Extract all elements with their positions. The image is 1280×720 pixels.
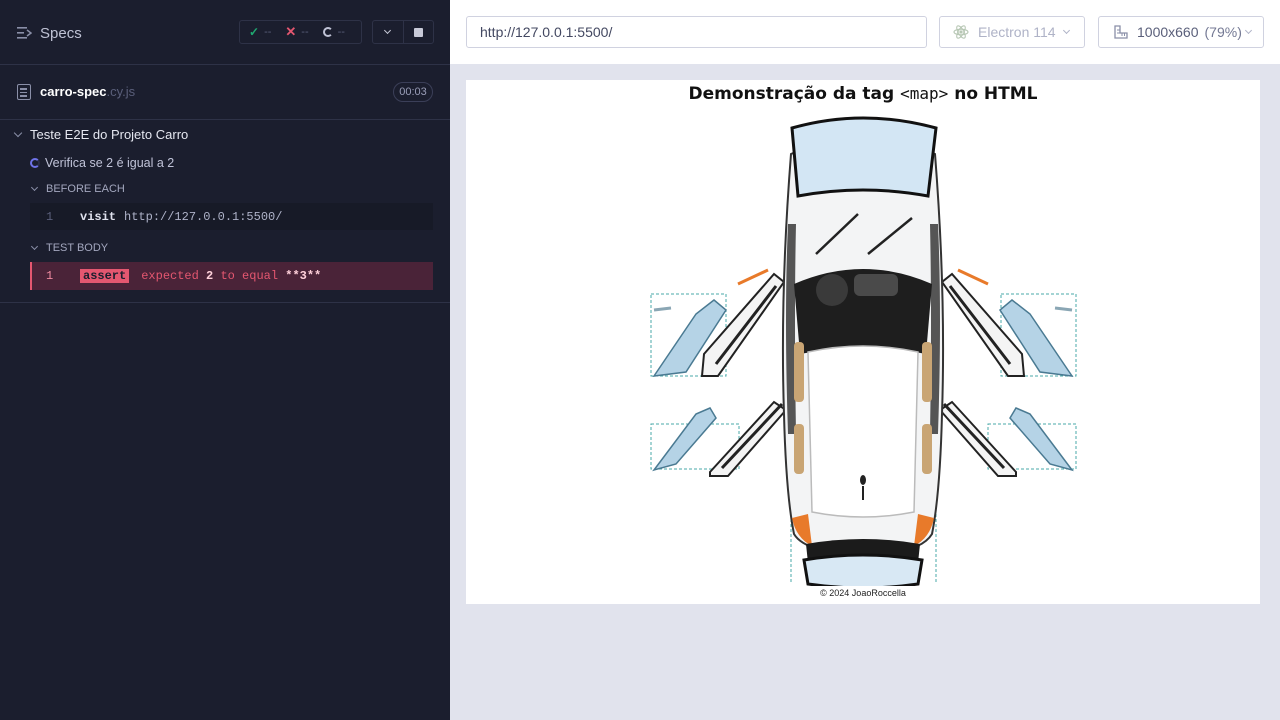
hook-before-each[interactable]: BEFORE EACH [30,183,125,195]
divider [0,302,450,303]
electron-icon [953,25,969,39]
x-icon: ✕ [285,24,297,39]
page-heading-code: <map> [900,84,949,103]
left-rear-door-open[interactable] [709,400,788,477]
test-stats: ✓ -- ✕ -- -- [239,20,362,44]
url-bar[interactable]: http://127.0.0.1:5500/ [466,16,927,48]
page-heading-suffix: no HTML [948,84,1038,104]
chevron-down-icon [13,128,23,138]
stop-button[interactable] [402,21,433,43]
command-name: assert [80,269,130,283]
chevron-down-icon [384,26,392,34]
command-number: 1 [46,269,54,283]
reporter-panel: Specs ✓ -- ✕ -- -- carro-spec.cy.js 00:0… [0,0,450,720]
chevron-down-icon [30,242,39,250]
pending-spinner-icon [322,27,333,37]
chevron-down-icon [1244,26,1252,34]
spec-duration: 00:03 [393,82,433,102]
windshield[interactable] [790,116,938,198]
spec-file-name: carro-spec.cy.js [40,84,136,99]
assert-expected-text: expected [141,269,199,283]
page-heading: Demonstração da tag <map> no HTML [688,84,1038,104]
failed-stat: ✕ -- [285,24,308,40]
right-rear-door-panel[interactable] [1009,407,1074,472]
command-name: visit [80,209,117,224]
running-spinner-icon [30,158,40,168]
spec-file-ext: .cy.js [106,84,136,99]
run-controls [372,20,434,44]
viewport-info[interactable]: 1000x660 (79%) [1098,16,1264,48]
page-footer: © 2024 JoaoRoccella [820,588,906,598]
test-title[interactable]: Verifica se 2 é igual a 2 [30,156,174,170]
failed-count: -- [301,26,309,38]
assert-actual-value: **3** [285,269,322,283]
car-image-map[interactable] [646,114,1080,586]
ruler-icon [1114,25,1128,39]
assert-to-equal-text: to equal [220,269,279,283]
pending-stat: -- [322,26,345,38]
command-assert-failed[interactable]: 1 assert expected 2 to equal **3** [30,262,433,290]
app-iframe: Demonstração da tag <map> no HTML © 2024… [466,80,1260,604]
command-arg: http://127.0.0.1:5500/ [124,209,283,224]
chevron-down-icon [1062,26,1070,34]
right-rear-door-open[interactable] [938,400,1017,477]
chevron-down-icon [30,183,39,191]
aut-panel: http://127.0.0.1:5500/ Electron 114 1000… [450,0,1280,720]
stop-icon [413,27,423,37]
hook-test-body[interactable]: TEST BODY [30,242,108,254]
browser-name: Electron 114 [978,24,1056,40]
document-icon [17,84,31,100]
viewport-zoom: (79%) [1204,24,1242,40]
reporter-header: Specs ✓ -- ✕ -- -- [0,0,450,65]
assert-expected-value: 2 [206,269,214,283]
collapse-button[interactable] [373,21,403,43]
suite-title[interactable]: Teste E2E do Projeto Carro [13,127,188,142]
pending-count: -- [337,26,345,38]
check-icon: ✓ [249,25,260,39]
left-rear-door-panel[interactable] [652,407,717,472]
passed-stat: ✓ -- [249,25,271,39]
passed-count: -- [264,26,272,38]
command-number: 1 [46,209,54,224]
specs-list-icon[interactable] [17,26,32,40]
trunk[interactable] [802,553,924,586]
command-visit[interactable]: 1 visit http://127.0.0.1:5500/ [30,203,433,230]
specs-button-label[interactable]: Specs [40,25,82,42]
browser-selector[interactable]: Electron 114 [939,16,1085,48]
viewport-size: 1000x660 [1137,24,1199,40]
aut-toolbar: http://127.0.0.1:5500/ Electron 114 1000… [450,0,1280,64]
spec-file-row[interactable]: carro-spec.cy.js 00:03 [0,65,450,120]
